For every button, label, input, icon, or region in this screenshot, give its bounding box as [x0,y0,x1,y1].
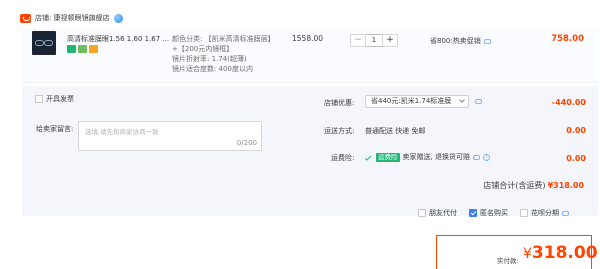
item-subtotal: 758.00 [551,34,584,44]
yen-symbol: ¥ [523,246,532,262]
spec-line: +【200元内镜框】 [172,45,234,53]
delivery-amount: 0.00 [566,126,586,135]
invoice-label: 开具发票 [46,95,74,103]
quantity-input[interactable]: 1 [366,34,382,47]
shop-coupon-select[interactable]: 省440元:凯米1.74标准膜 [365,95,469,108]
insurance-badge: 运费险 [376,152,400,162]
shop-total-label: 店铺合计(含运费) [483,181,546,190]
product-title[interactable]: 高清标准膜眼1.56 1.60 1.67 ... [67,34,169,44]
friend-pay-label: 朋友代付 [429,209,457,217]
increase-button[interactable]: + [382,34,398,47]
order-options-panel [22,86,318,216]
payment-options: 朋友代付 匿名购买 花呗分期 [418,208,569,218]
blue-bubble-icon[interactable] [113,13,123,23]
actual-pay-label: 实付款: [497,257,519,265]
insurance-label: 运费险: [331,154,355,162]
product-tags [67,45,98,53]
installment-option[interactable]: 花呗分期 [520,208,569,218]
spec-line: 镜片折射率: 1.74(超薄) [172,55,247,63]
message-textarea[interactable]: 选填,请先和商家协商一致 0/200 [78,121,262,151]
service-tag-icon [78,45,87,53]
anonymous-label: 匿名购买 [480,209,508,217]
installment-label: 花呗分期 [531,209,559,217]
service-tag-icon [67,45,76,53]
product-spec: 颜色分类: 【凯米高清标准膜层】 +【200元内镜框】 镜片折射率: 1.74(… [172,34,287,74]
invoice-checkbox[interactable] [35,95,43,103]
insurance-amount: 0.00 [566,154,586,163]
delivery-value: 普通配送 快递 免邮 [365,127,426,135]
chevron-down-icon [459,97,465,103]
anonymous-option[interactable]: 匿名购买 [469,208,508,218]
service-tag-icon [89,45,98,53]
shop-header: 店铺: 康视顿眼镜旗舰店 [20,12,123,24]
anonymous-checkbox[interactable] [469,209,477,217]
shop-name[interactable]: 店铺: 康视顿眼镜旗舰店 [35,13,110,23]
friend-pay-option[interactable]: 朋友代付 [418,208,457,218]
product-thumbnail[interactable] [32,31,56,55]
spec-line: 镜片适合度数: 400度以内 [172,65,253,73]
unit-price: 1558.00 [292,34,324,43]
message-counter: 0/200 [236,139,257,147]
decrease-button[interactable]: − [350,34,366,47]
actual-pay-amount: ¥318.00 [523,243,598,263]
friend-pay-checkbox[interactable] [418,209,426,217]
actual-payment-box: 实付款: ¥318.00 [436,235,598,269]
shop-coupon-value: 省440元:凯米1.74标准膜 [371,97,452,105]
installment-checkbox[interactable] [520,209,528,217]
chat-bubble-icon[interactable] [483,38,491,44]
message-label: 给卖家留言: [36,125,74,133]
help-icon[interactable]: ? [482,153,490,161]
shop-coupon-amount: -440.00 [551,98,586,107]
insurance-desc: 卖家赠送, 退换货可赔 [402,153,470,161]
spec-line: 颜色分类: 【凯米高清标准膜层】 [172,35,275,43]
promo-info: 省800:热卖促销 [430,36,491,46]
shop-coupon-label: 店铺优惠: [324,99,355,107]
chat-bubble-icon[interactable] [472,154,480,160]
delivery-label: 运送方式: [324,127,355,135]
insurance-info: 运费险 卖家赠送, 退换货可赔 ? [364,152,490,162]
actual-pay-value: 318.00 [531,243,598,263]
invoice-option[interactable]: 开具发票 [35,94,74,104]
quantity-stepper: − 1 + [350,34,398,47]
message-placeholder: 选填,请先和商家协商一致 [85,128,159,136]
promo-text: 省800:热卖促销 [430,37,481,45]
glasses-lens-icon [35,40,44,46]
shop-total: 店铺合计(含运费) ¥318.00 [483,180,584,191]
chat-bubble-icon[interactable] [475,99,482,104]
chat-bubble-icon[interactable] [562,210,569,216]
checkmark-icon [364,153,372,161]
shop-total-value: ¥318.00 [547,181,584,190]
shop-icon [20,13,31,23]
glasses-lens-icon [44,40,53,46]
